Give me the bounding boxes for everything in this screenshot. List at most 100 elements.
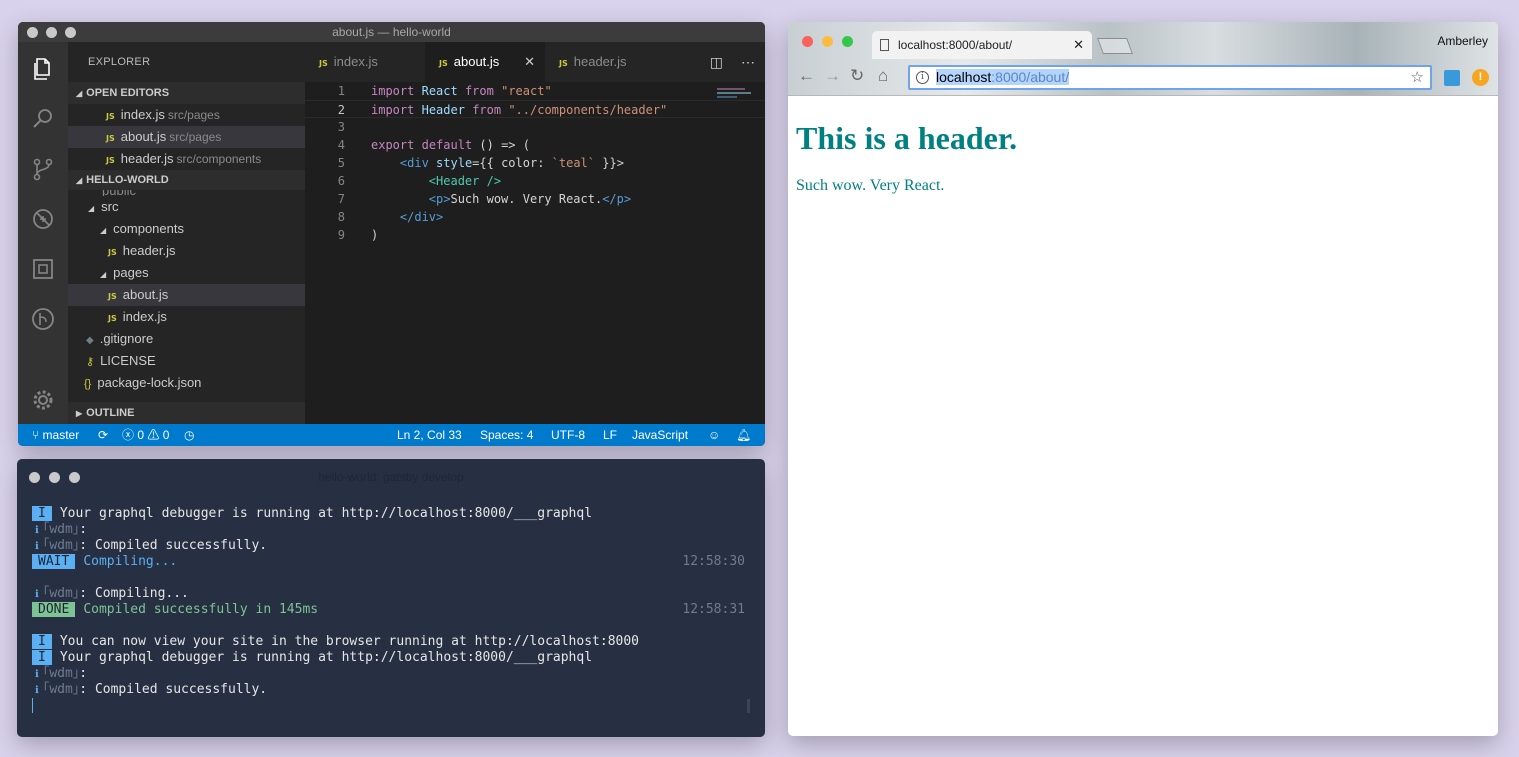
chevron-down-icon: ◢ — [76, 176, 83, 185]
window-controls[interactable] — [27, 27, 76, 38]
split-editor-icon[interactable]: ◫ — [710, 42, 723, 82]
language-mode[interactable]: JavaScript — [632, 424, 688, 446]
info-icon: ℹ — [35, 525, 39, 536]
minimize-window-button[interactable] — [46, 27, 57, 38]
close-tab-icon[interactable]: ✕ — [524, 42, 535, 82]
close-window-button[interactable] — [27, 27, 38, 38]
site-info-icon[interactable]: i — [916, 71, 929, 84]
code-line: 6 <Header /> — [337, 174, 502, 188]
sync-icon[interactable]: ⟳ — [98, 424, 108, 446]
close-tab-icon[interactable]: ✕ — [1073, 31, 1084, 59]
tree-file-gitignore[interactable]: ◆ .gitignore — [68, 328, 305, 350]
open-editor-item[interactable]: JS index.js src/pages — [68, 104, 305, 126]
minimize-window-button[interactable] — [49, 472, 60, 483]
tree-folder-src[interactable]: ◢ src — [68, 196, 305, 218]
page-icon — [880, 39, 889, 51]
zoom-window-button[interactable] — [65, 27, 76, 38]
tree-file-about[interactable]: JS about.js — [68, 284, 305, 306]
window-controls[interactable] — [29, 472, 80, 483]
open-editors-section[interactable]: ◢ OPEN EDITORS — [68, 82, 305, 104]
window-controls[interactable] — [802, 36, 853, 47]
reload-icon[interactable]: ↻ — [850, 66, 864, 86]
terminal-line: ℹ ｢wdm｣: Compiled successfully. — [35, 682, 268, 697]
alert-extension-icon[interactable]: ! — [1472, 69, 1489, 86]
tab-index-js[interactable]: JS index.js — [305, 42, 425, 82]
clock-icon[interactable]: ◷ — [184, 424, 194, 446]
explorer-header: EXPLORER — [88, 56, 151, 68]
code-editor[interactable]: 1 import React from "react" 2 import Heade… — [305, 82, 765, 424]
more-actions-icon[interactable]: ⋯ — [741, 42, 755, 82]
tab-about-js[interactable]: JS about.js ✕ — [425, 42, 545, 82]
code-line: 3 — [337, 120, 345, 134]
chevron-right-icon: ▶ — [76, 409, 83, 418]
warning-icon: ⚠ — [147, 428, 160, 442]
terminal-cursor — [32, 698, 33, 713]
search-icon[interactable] — [30, 106, 56, 132]
indentation[interactable]: Spaces: 4 — [480, 424, 533, 446]
browser-tab[interactable]: localhost:8000/about/ ✕ — [872, 31, 1092, 59]
js-file-icon: JS — [439, 59, 448, 68]
terminal-line: WAIT Compiling... 12:58:30 — [32, 554, 745, 570]
page-heading: This is a header. — [796, 120, 1018, 156]
gitignore-icon: ◆ — [86, 335, 94, 346]
tree-file-license[interactable]: ⚷ LICENSE — [68, 350, 305, 372]
code-line-current: 2 import Header from "../components/heade… — [305, 100, 765, 118]
tree-folder-pages[interactable]: ◢ pages — [68, 262, 305, 284]
close-window-button[interactable] — [802, 36, 813, 47]
terminal-line: ℹ ｢wdm｣: — [35, 666, 88, 681]
bell-icon[interactable]: 🔔︎ — [736, 424, 751, 446]
chevron-down-icon: ◢ — [76, 89, 83, 98]
git-lens-icon[interactable] — [30, 306, 56, 332]
smiley-icon[interactable]: ☺ — [708, 424, 720, 446]
js-file-icon: JS — [106, 112, 115, 121]
zoom-window-button[interactable] — [842, 36, 853, 47]
license-icon: ⚷ — [86, 356, 95, 368]
open-editor-item[interactable]: JS header.js src/components — [68, 148, 305, 170]
tree-folder-components[interactable]: ◢ components — [68, 218, 305, 240]
explorer-sidebar: EXPLORER ◢ OPEN EDITORS JS index.js src/pag… — [68, 42, 305, 424]
code-line: 4 export default () => ( — [337, 138, 530, 152]
js-file-icon: JS — [559, 59, 568, 68]
page-paragraph: Such wow. Very React. — [796, 177, 945, 194]
tree-file-index[interactable]: JS index.js — [68, 306, 305, 328]
gear-icon[interactable] — [30, 387, 56, 413]
editor-tabs: JS index.js JS about.js ✕ JS header.js ◫ ⋯ — [305, 42, 765, 82]
terminal-line: I You can now view your site in the brows… — [32, 634, 745, 650]
code-line: 7 <p>Such wow. Very React.</p> — [337, 192, 632, 206]
project-section[interactable]: ◢ HELLO-WORLD — [68, 170, 305, 190]
page-content: This is a header. Such wow. Very React. — [788, 96, 1498, 736]
line-ending[interactable]: LF — [603, 424, 617, 446]
branch-indicator[interactable]: ⑂ master — [32, 424, 79, 446]
terminal-line: I Your graphql debugger is running at htt… — [32, 650, 745, 666]
info-icon: ℹ — [35, 541, 39, 552]
outline-section[interactable]: ▶ OUTLINE — [68, 402, 305, 424]
source-control-icon[interactable] — [30, 156, 56, 182]
terminal-titlebar: hello-world: gatsby develop — [17, 459, 765, 495]
tree-file-package-lock[interactable]: {} package-lock.json — [68, 372, 305, 394]
extensions-icon[interactable] — [30, 256, 56, 282]
open-editor-item[interactable]: JS about.js src/pages — [68, 126, 305, 148]
tree-file-header[interactable]: JS header.js — [68, 240, 305, 262]
back-arrow-icon[interactable]: ← — [798, 66, 815, 86]
profile-name[interactable]: Amberley — [1437, 34, 1488, 48]
debug-icon[interactable] — [30, 206, 56, 232]
files-icon[interactable] — [30, 56, 56, 82]
address-bar[interactable]: i localhost:8000/about/ ☆ — [908, 65, 1432, 90]
cursor-position[interactable]: Ln 2, Col 33 — [397, 424, 462, 446]
close-window-button[interactable] — [29, 472, 40, 483]
zoom-window-button[interactable] — [69, 472, 80, 483]
extension-icon[interactable] — [1444, 70, 1460, 86]
encoding[interactable]: UTF-8 — [551, 424, 585, 446]
tab-header-js[interactable]: JS header.js — [545, 42, 665, 82]
forward-arrow-icon[interactable]: → — [824, 66, 841, 86]
chevron-down-icon: ◢ — [100, 226, 107, 235]
terminal-scrollbar[interactable] — [747, 699, 750, 713]
home-icon[interactable]: ⌂ — [878, 66, 888, 86]
terminal-window[interactable]: hello-world: gatsby develop I Your graphq… — [17, 459, 765, 737]
minimize-window-button[interactable] — [822, 36, 833, 47]
js-file-icon: JS — [106, 156, 115, 165]
new-tab-button[interactable] — [1097, 38, 1133, 54]
problems-indicator[interactable]: ⓧ 0 ⚠ 0 — [122, 424, 169, 446]
bookmark-star-icon[interactable]: ☆ — [1411, 67, 1424, 88]
terminal-line: DONE Compiled successfully in 145ms 12:58:… — [32, 602, 745, 618]
